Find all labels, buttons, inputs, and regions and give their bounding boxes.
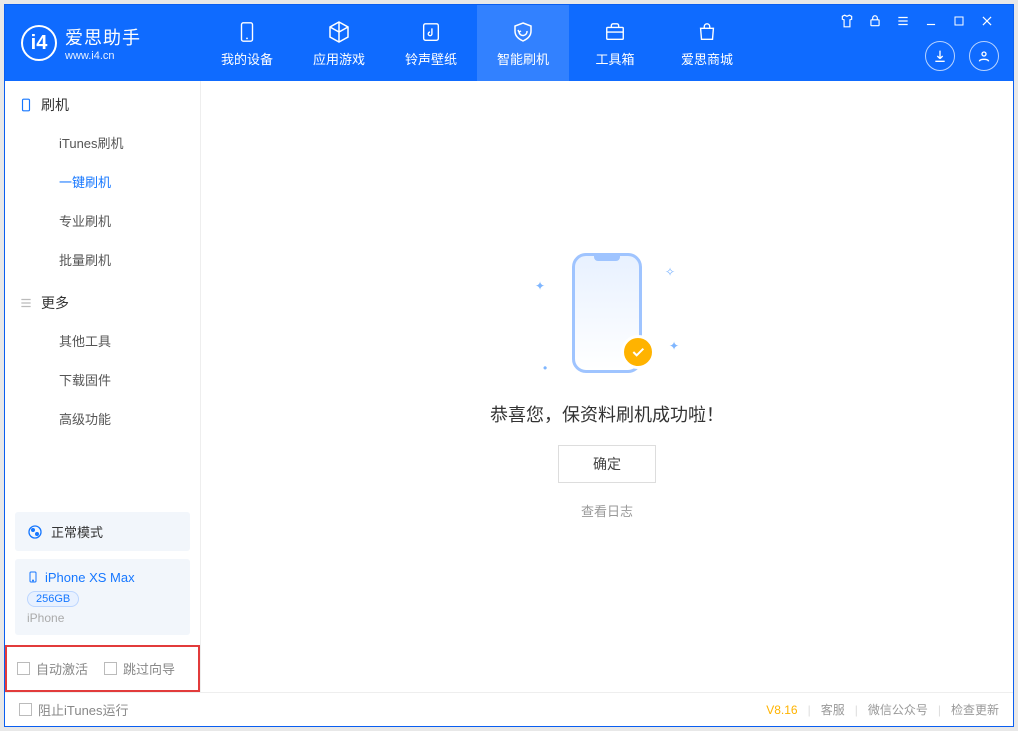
sidebar: 刷机 iTunes刷机 一键刷机 专业刷机 批量刷机 更多 其他工具 下载固件 … [5, 81, 201, 692]
lock-icon[interactable] [867, 13, 883, 29]
maximize-icon[interactable] [951, 13, 967, 29]
success-message: 恭喜您，保资料刷机成功啦！ [490, 401, 724, 427]
divider: | [855, 703, 858, 717]
refresh-shield-icon [510, 19, 536, 45]
close-icon[interactable] [979, 13, 995, 29]
tab-label: 我的设备 [221, 49, 273, 68]
checkbox-icon [17, 662, 30, 675]
section-title: 刷机 [41, 95, 69, 115]
device-type: iPhone [27, 611, 178, 625]
divider: | [938, 703, 941, 717]
user-button[interactable] [969, 41, 999, 71]
nav-tabs: 我的设备 应用游戏 铃声壁纸 智能刷机 工具箱 爱思商城 [201, 5, 753, 81]
sidebar-item-other-tools[interactable]: 其他工具 [5, 321, 200, 360]
link-wechat[interactable]: 微信公众号 [868, 701, 928, 718]
checkbox-auto-activate[interactable]: 自动激活 [17, 659, 88, 678]
list-icon [19, 296, 33, 310]
phone-outline-icon [19, 96, 33, 114]
sparkle-icon: • [543, 361, 547, 375]
checkbox-icon [104, 662, 117, 675]
version-label: V8.16 [766, 703, 797, 717]
checkbox-label: 跳过向导 [123, 659, 175, 678]
briefcase-icon [602, 19, 628, 45]
section-title: 更多 [41, 293, 69, 313]
tab-apps[interactable]: 应用游戏 [293, 5, 385, 81]
bag-icon [694, 19, 720, 45]
highlighted-options-box: 自动激活 跳过向导 [5, 645, 200, 692]
tab-toolbox[interactable]: 工具箱 [569, 5, 661, 81]
success-illustration: ✦ ✧ • ✦ [517, 253, 697, 383]
tab-my-device[interactable]: 我的设备 [201, 5, 293, 81]
checkbox-icon [19, 703, 32, 716]
sparkle-icon: ✦ [669, 339, 679, 353]
minimize-icon[interactable] [923, 13, 939, 29]
main-content: ✦ ✧ • ✦ 恭喜您，保资料刷机成功啦！ 确定 查看日志 [201, 81, 1013, 692]
sparkle-icon: ✦ [535, 279, 545, 293]
sidebar-section-more: 更多 [5, 279, 200, 321]
sidebar-item-pro-flash[interactable]: 专业刷机 [5, 201, 200, 240]
header-right [925, 41, 999, 71]
device-phone-icon [27, 569, 39, 585]
logo-icon: i4 [21, 25, 57, 61]
view-log-link[interactable]: 查看日志 [581, 501, 633, 520]
mode-label: 正常模式 [51, 522, 103, 541]
tab-ringtones[interactable]: 铃声壁纸 [385, 5, 477, 81]
sparkle-icon: ✧ [665, 265, 675, 279]
tab-flash[interactable]: 智能刷机 [477, 5, 569, 81]
tab-label: 智能刷机 [497, 49, 549, 68]
mode-icon [27, 524, 43, 540]
tshirt-icon[interactable] [839, 13, 855, 29]
sidebar-section-flash: 刷机 [5, 81, 200, 123]
phone-icon [234, 19, 260, 45]
tab-label: 应用游戏 [313, 49, 365, 68]
link-check-update[interactable]: 检查更新 [951, 701, 999, 718]
music-file-icon [418, 19, 444, 45]
brand-url: www.i4.cn [65, 50, 141, 62]
checkbox-skip-wizard[interactable]: 跳过向导 [104, 659, 175, 678]
divider: | [808, 703, 811, 717]
check-badge-icon [621, 335, 655, 369]
mode-card[interactable]: 正常模式 [15, 512, 190, 551]
checkbox-label: 自动激活 [36, 659, 88, 678]
body: 刷机 iTunes刷机 一键刷机 专业刷机 批量刷机 更多 其他工具 下载固件 … [5, 81, 1013, 692]
header: i4 爱思助手 www.i4.cn 我的设备 应用游戏 铃声壁纸 智能刷机 [5, 5, 1013, 81]
checkbox-label: 阻止iTunes运行 [38, 700, 129, 719]
ok-button[interactable]: 确定 [558, 445, 656, 483]
cube-icon [326, 19, 352, 45]
sidebar-item-oneclick-flash[interactable]: 一键刷机 [5, 162, 200, 201]
titlebar-controls [839, 13, 995, 29]
device-card[interactable]: iPhone XS Max 256GB iPhone [15, 559, 190, 635]
sidebar-lower: 正常模式 iPhone XS Max 256GB iPhone [5, 502, 200, 645]
sidebar-item-download-firmware[interactable]: 下载固件 [5, 360, 200, 399]
checkbox-block-itunes[interactable]: 阻止iTunes运行 [19, 700, 129, 719]
device-storage: 256GB [27, 591, 79, 607]
tab-label: 爱思商城 [681, 49, 733, 68]
tab-store[interactable]: 爱思商城 [661, 5, 753, 81]
tab-label: 铃声壁纸 [405, 49, 457, 68]
app-window: i4 爱思助手 www.i4.cn 我的设备 应用游戏 铃声壁纸 智能刷机 [4, 4, 1014, 727]
tab-label: 工具箱 [595, 49, 634, 68]
brand-name: 爱思助手 [65, 24, 141, 50]
device-name: iPhone XS Max [45, 570, 135, 585]
sidebar-item-batch-flash[interactable]: 批量刷机 [5, 240, 200, 279]
link-support[interactable]: 客服 [821, 701, 845, 718]
logo: i4 爱思助手 www.i4.cn [21, 24, 201, 62]
download-button[interactable] [925, 41, 955, 71]
sidebar-item-itunes-flash[interactable]: iTunes刷机 [5, 123, 200, 162]
sidebar-item-advanced[interactable]: 高级功能 [5, 399, 200, 438]
menu-icon[interactable] [895, 13, 911, 29]
statusbar: 阻止iTunes运行 V8.16 | 客服 | 微信公众号 | 检查更新 [5, 692, 1013, 726]
